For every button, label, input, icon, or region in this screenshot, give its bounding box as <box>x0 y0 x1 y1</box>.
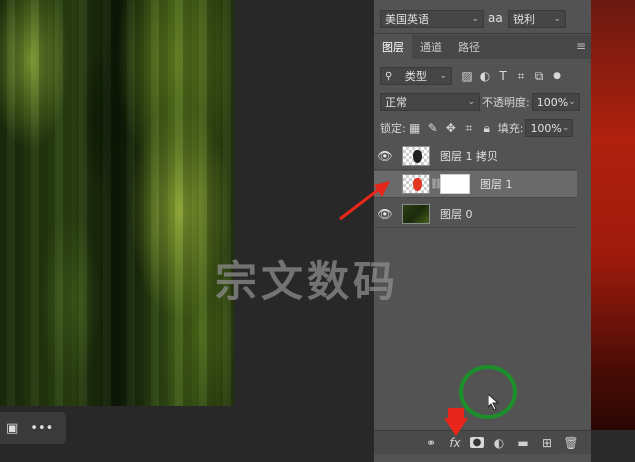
adjustment-layer-icon[interactable]: ◐ <box>490 436 508 450</box>
character-options-strip: 美国英语 ⌄ aa 锐利 ⌄ <box>374 0 592 34</box>
red-arrow-down-icon <box>444 408 468 436</box>
layer-thumbnail <box>402 204 430 224</box>
opacity-label: 不透明度: <box>482 96 530 109</box>
tab-channels[interactable]: 通道 <box>412 35 450 59</box>
layer-thumbnail <box>402 174 430 194</box>
mouse-cursor-icon <box>488 394 500 410</box>
filter-kind-select[interactable]: ⚲ 类型 ⌄ <box>380 67 452 85</box>
lock-image-icon[interactable]: ✎ <box>424 121 442 135</box>
panel-tabs: 图层 通道 路径 ≡ <box>374 35 592 59</box>
antialias-aa-icon: aa <box>488 11 503 25</box>
fill-label: 填充: <box>497 122 524 135</box>
eye-icon[interactable]: 👁︎ <box>374 149 396 163</box>
filter-shape-icon[interactable]: ⌗ <box>512 69 530 84</box>
filter-smart-object-icon[interactable]: ⧉ <box>530 69 548 84</box>
panel-menu-icon[interactable]: ≡ <box>576 39 586 53</box>
red-arrow-icon <box>339 181 390 221</box>
layer-name: 图层 1 拷贝 <box>440 150 498 163</box>
canvas-photo[interactable] <box>0 0 234 406</box>
layer-thumbnail <box>402 146 430 166</box>
layers-bottom-bar: ⚭ fx ● ◐ ▬ ⊞ 🗑︎ <box>374 430 592 454</box>
chevron-down-icon: ⌄ <box>467 97 475 107</box>
green-highlight-circle <box>459 365 517 419</box>
opacity-input[interactable]: 100% ⌄ <box>531 93 580 111</box>
layer-row[interactable]: 👁︎ 图层 0 <box>374 201 577 228</box>
search-icon: ⚲ <box>385 70 393 82</box>
lock-row: 锁定: ▦ ✎ ✥ ⌗ 🔒︎ 填充: 100% ⌄ <box>374 118 592 138</box>
color-gradient-strip <box>591 0 635 462</box>
fill-input[interactable]: 100% ⌄ <box>525 119 574 137</box>
canvas-context-toolbar: ▣ ••• <box>0 412 66 444</box>
trash-icon[interactable]: 🗑︎ <box>562 436 580 450</box>
layer-row[interactable]: 👁︎ 图层 1 拷贝 <box>374 143 577 170</box>
right-strip-bottom <box>591 430 635 462</box>
chevron-down-icon: ⌄ <box>471 14 479 24</box>
add-mask-icon[interactable]: ● <box>470 437 484 448</box>
mask-link-icon[interactable]: ⛓︎ <box>430 179 443 190</box>
lock-transparent-icon[interactable]: ▦ <box>406 121 424 135</box>
layer-row[interactable]: ⛓︎ 图层 1 <box>374 171 577 198</box>
lock-position-icon[interactable]: ✥ <box>442 121 460 135</box>
layer-mask-thumbnail[interactable] <box>440 174 470 194</box>
chevron-down-icon: ⌄ <box>553 14 561 24</box>
chevron-down-icon: ⌄ <box>561 123 570 133</box>
filter-toggle-icon[interactable]: ● <box>548 71 566 81</box>
blend-mode-select[interactable]: 正常 ⌄ <box>380 93 480 111</box>
filter-adjustment-icon[interactable]: ◐ <box>476 69 494 83</box>
layer-name: 图层 1 <box>480 178 513 191</box>
watermark-text: 宗文数码 <box>215 257 400 306</box>
link-layers-icon[interactable]: ⚭ <box>422 436 440 450</box>
layer-filter-row: ⚲ 类型 ⌄ ▨ ◐ T ⌗ ⧉ ● <box>374 66 592 86</box>
more-options-icon[interactable]: ••• <box>30 421 53 436</box>
chevron-down-icon: ⌄ <box>568 97 576 107</box>
antialias-select[interactable]: 锐利 ⌄ <box>508 10 566 28</box>
mask-select-icon[interactable]: ▣ <box>6 421 18 436</box>
new-layer-icon[interactable]: ⊞ <box>538 436 556 450</box>
layer-name: 图层 0 <box>440 208 473 221</box>
language-select[interactable]: 美国英语 ⌄ <box>380 10 484 28</box>
tab-layers[interactable]: 图层 <box>374 35 412 59</box>
group-folder-icon[interactable]: ▬ <box>514 436 532 450</box>
chevron-down-icon: ⌄ <box>439 71 447 81</box>
filter-type-icon[interactable]: T <box>494 69 512 83</box>
canvas-area[interactable]: ▣ ••• <box>0 0 372 462</box>
blend-row: 正常 ⌄ 不透明度: 100% ⌄ <box>374 92 592 112</box>
lock-label: 锁定: <box>380 122 406 135</box>
tab-paths[interactable]: 路径 <box>450 35 488 59</box>
lock-all-icon[interactable]: 🔒︎ <box>478 121 496 136</box>
lock-artboard-icon[interactable]: ⌗ <box>460 121 478 136</box>
filter-pixel-icon[interactable]: ▨ <box>458 69 476 83</box>
